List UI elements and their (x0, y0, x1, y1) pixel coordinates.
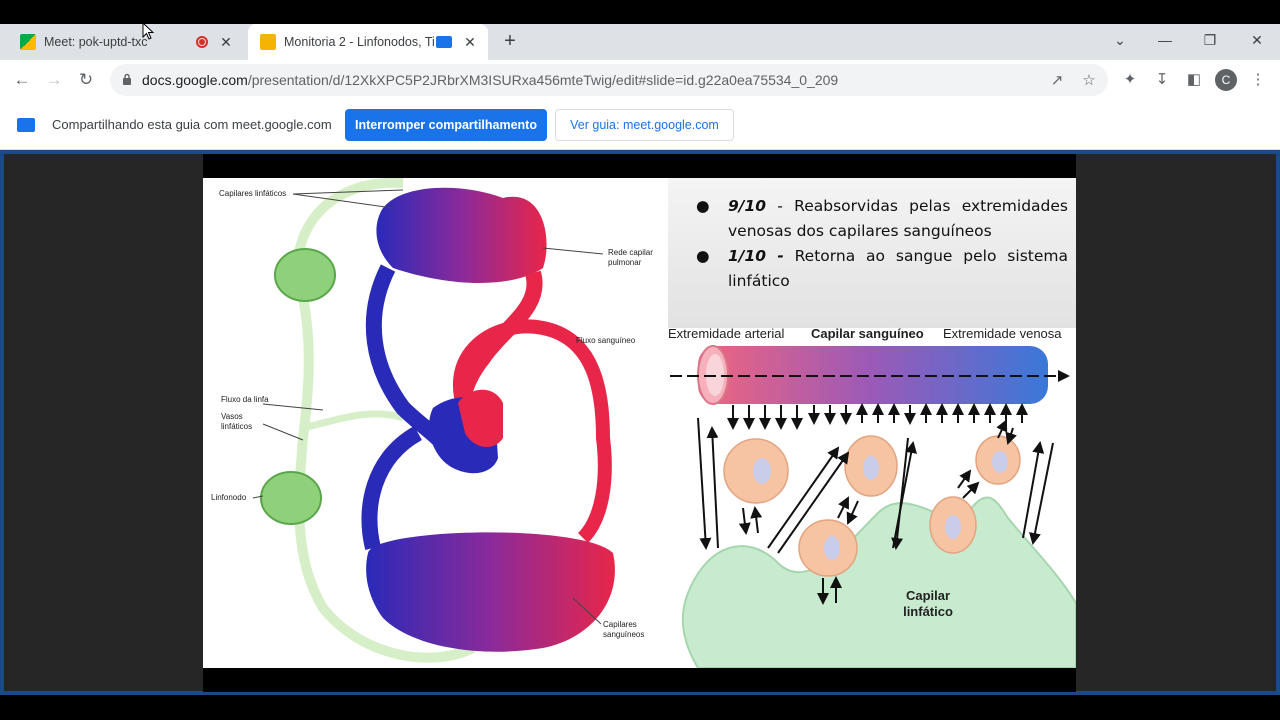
bullet-panel: ● 9/10 - Reabsorvidas pelas extremidades… (668, 178, 1076, 328)
bullet-text: 1/10 - Retorna ao sangue pelo sistema li… (728, 244, 1068, 294)
address-bar[interactable]: docs.google.com/presentation/d/12XkXPC5P… (110, 64, 1108, 96)
recording-icon (196, 36, 208, 48)
label-blood-capillary: Capilar sanguíneo (811, 326, 924, 341)
bullet-bold: 1/10 - (728, 247, 784, 265)
side-panel-icon[interactable]: ◧ (1184, 70, 1204, 90)
close-window-icon[interactable]: ✕ (1237, 24, 1277, 56)
avatar[interactable]: C (1215, 69, 1237, 91)
share-page-icon[interactable]: ↗ (1048, 72, 1066, 90)
mouse-cursor-icon (142, 22, 154, 40)
extensions-icon[interactable]: ✦ (1120, 70, 1140, 90)
screen: Meet: pok-uptd-txc ✕ Monitoria 2 - Linfo… (0, 0, 1280, 720)
tab-title: Meet: pok-uptd-txc (44, 35, 148, 49)
google-slides-icon (260, 34, 276, 50)
stop-sharing-button[interactable]: Interromper compartilhamento (345, 109, 547, 141)
reload-icon[interactable]: ↻ (72, 66, 100, 94)
minimize-icon[interactable]: — (1145, 24, 1185, 56)
download-icon[interactable]: ↧ (1152, 70, 1172, 90)
bullet-bold: 9/10 (728, 197, 767, 215)
screen-share-icon (17, 118, 35, 132)
close-tab-icon[interactable]: ✕ (462, 34, 478, 50)
bullet-text: 9/10 - Reabsorvidas pelas extremidades v… (728, 194, 1068, 244)
tab-search-icon[interactable]: ⌄ (1100, 24, 1140, 56)
label-pulmonary-network: Rede capilar pulmonar (608, 248, 653, 267)
capillary-exchange-diagram (670, 345, 1076, 668)
label-lymph-capillaries: Capilares linfáticos (219, 189, 287, 198)
close-tab-icon[interactable]: ✕ (218, 34, 234, 50)
circulation-diagram (252, 178, 615, 663)
lymph-node-top (274, 248, 336, 302)
url-domain: docs.google.com (142, 72, 248, 88)
tab-meet[interactable]: Meet: pok-uptd-txc ✕ (8, 24, 244, 60)
tab-strip: Meet: pok-uptd-txc ✕ Monitoria 2 - Linfo… (0, 24, 1280, 60)
slide: Capilares linfáticos Rede capilar pulmon… (203, 178, 1076, 668)
label-arterial-end: Extremidade arterial (668, 326, 785, 341)
google-meet-icon (20, 34, 36, 50)
back-icon[interactable]: ← (8, 66, 36, 94)
restore-icon[interactable]: ❐ (1190, 24, 1230, 56)
lymph-capillary-shape (681, 496, 1076, 668)
label-blood-flow: Fluxo sanguíneo (576, 336, 636, 345)
label-lymph-vessels: Vasos linfáticos (221, 412, 253, 431)
bookmark-star-icon[interactable]: ☆ (1080, 72, 1098, 90)
bottom-bar (0, 695, 1280, 720)
url-text: docs.google.com/presentation/d/12XkXPC5P… (142, 64, 838, 96)
lock-icon (123, 73, 131, 85)
tab-slides[interactable]: Monitoria 2 - Linfonodos, Ti ✕ (248, 24, 488, 60)
lymph-node-bottom (260, 471, 322, 525)
url-path: /presentation/d/12XkXPC5P2JRbrXM3ISURxa4… (247, 72, 839, 88)
label-venous-end: Extremidade venosa (943, 326, 1062, 341)
browser-toolbar: ← → ↻ docs.google.com/presentation/d/12X… (0, 60, 1280, 100)
menu-kebab-icon[interactable]: ⋮ (1248, 70, 1268, 90)
bullet-dot: ● (696, 247, 710, 265)
view-tab-button[interactable]: Ver guia: meet.google.com (555, 109, 734, 141)
sharing-message: Compartilhando esta guia com meet.google… (52, 117, 332, 132)
sharing-infobar: Compartilhando esta guia com meet.google… (0, 100, 1280, 150)
os-top-bar (0, 0, 1280, 24)
label-lymph-capillary: Capilar linfático (903, 588, 953, 619)
bullet-body: - Reabsorvidas pelas extremidades venosa… (728, 197, 1068, 240)
tab-title: Monitoria 2 - Linfonodos, Ti (284, 35, 435, 49)
sharing-icon (436, 36, 452, 48)
forward-icon[interactable]: → (40, 66, 68, 94)
bullet-dot: ● (696, 197, 710, 215)
new-tab-button[interactable]: + (499, 30, 521, 52)
label-lymph-node: Linfonodo (211, 493, 247, 502)
label-lymph-flow: Fluxo da linfa (221, 395, 269, 404)
label-blood-capillaries: Capilares sanguíneos (603, 620, 645, 639)
